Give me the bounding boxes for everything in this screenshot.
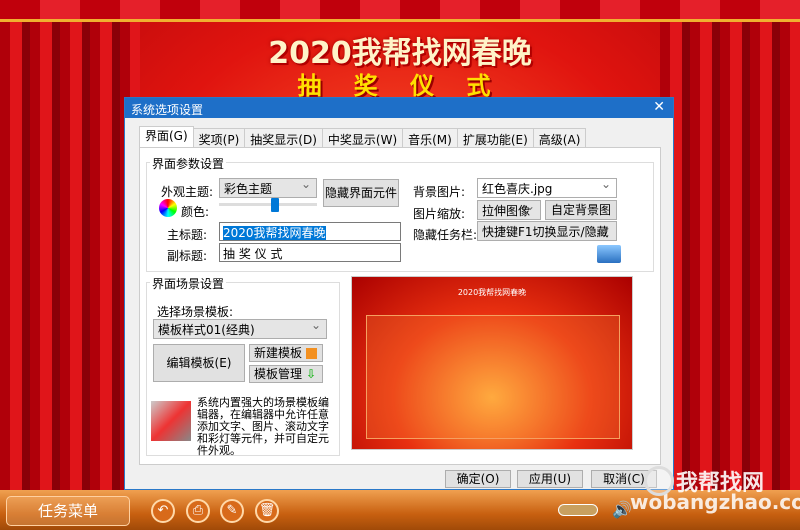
- dialog-title: 系统选项设置: [131, 103, 204, 117]
- scale-label: 图片缩放:: [413, 207, 466, 221]
- arrow-down-icon: ⇩: [306, 367, 317, 381]
- tab-panel: 界面参数设置 外观主题: 彩色主题 隐藏界面元件 颜色: 主标题: 2020我帮…: [139, 147, 661, 465]
- new-template-label: 新建模板: [254, 346, 303, 360]
- color-slider[interactable]: [219, 198, 317, 212]
- template-label: 选择场景模板:: [157, 305, 234, 319]
- preview-window: [366, 315, 620, 439]
- stage-subtitle: 抽 奖 仪 式: [297, 72, 503, 100]
- taskbar-label: 隐藏任务栏:: [413, 228, 478, 242]
- hide-ui-button[interactable]: 隐藏界面元件: [323, 179, 399, 207]
- watermark: 我帮找网: [676, 471, 765, 496]
- rss-icon: [306, 348, 318, 359]
- params-group-label: 界面参数设置: [150, 155, 227, 172]
- manage-template-button[interactable]: 模板管理 ⇩: [249, 365, 323, 383]
- theme-label: 外观主题:: [161, 185, 214, 199]
- undo-icon[interactable]: ↶: [151, 499, 175, 523]
- task-menu-button[interactable]: 任务菜单: [6, 496, 130, 526]
- subtitle-label: 副标题:: [167, 249, 208, 263]
- slider-thumb[interactable]: [271, 198, 279, 212]
- ok-button[interactable]: 确定(O): [445, 470, 511, 488]
- subtitle-input[interactable]: 抽 奖 仪 式: [219, 243, 401, 262]
- bg-label: 背景图片:: [413, 185, 466, 199]
- main-title-label: 主标题:: [167, 228, 208, 242]
- apply-button[interactable]: 应用(U): [517, 470, 583, 488]
- scene-description: 系统内置强大的场景模板编辑器，在编辑器中允许任意添加文字、图片、滚动文字和彩灯等…: [197, 396, 329, 457]
- magnifier-logo-icon: [644, 466, 674, 496]
- trash-icon[interactable]: 🗑: [255, 499, 279, 523]
- custom-bg-button[interactable]: 自定背景图片: [545, 200, 617, 235]
- template-preview: 2020我帮找网春晚: [351, 276, 633, 450]
- theme-select[interactable]: 彩色主题: [219, 177, 317, 198]
- scale-select[interactable]: 拉伸图像: [477, 199, 541, 220]
- scene-group-label: 界面场景设置: [150, 275, 227, 292]
- color-wheel-icon: [159, 199, 177, 217]
- edit-template-button[interactable]: 编辑模板(E): [153, 344, 245, 382]
- print-icon[interactable]: ⎙: [186, 499, 210, 523]
- bg-select[interactable]: 红色喜庆.jpg: [477, 177, 617, 198]
- main-title-value: 2020我帮找网春晚: [223, 226, 326, 240]
- network-computers-icon: [597, 245, 621, 263]
- speaker-icon[interactable]: 🔊: [612, 500, 632, 519]
- manage-template-label: 模板管理: [254, 367, 303, 381]
- close-icon[interactable]: ✕: [653, 99, 665, 115]
- params-group: 界面参数设置 外观主题: 彩色主题 隐藏界面元件 颜色: 主标题: 2020我帮…: [146, 155, 654, 272]
- volume-slider[interactable]: [558, 504, 598, 516]
- dialog-titlebar: 系统选项设置 ✕: [125, 98, 673, 118]
- options-dialog: 系统选项设置 ✕ 界面(G) 奖项(P) 抽奖显示(D) 中奖显示(W) 音乐(…: [124, 97, 674, 490]
- scene-group: 界面场景设置 选择场景模板: 模板样式01(经典) 编辑模板(E) 新建模板 模…: [146, 275, 340, 457]
- color-label: 颜色:: [181, 205, 210, 219]
- preview-title: 2020我帮找网春晚: [457, 288, 527, 297]
- edit-icon[interactable]: ✎: [220, 499, 244, 523]
- valance: [0, 0, 800, 22]
- main-title-input[interactable]: 2020我帮找网春晚: [219, 222, 401, 241]
- template-select[interactable]: 模板样式01(经典): [153, 318, 327, 339]
- cube-icon: [151, 401, 191, 441]
- taskbar-select[interactable]: 快捷键F1切换显示/隐藏: [477, 220, 617, 241]
- new-template-button[interactable]: 新建模板: [249, 344, 323, 362]
